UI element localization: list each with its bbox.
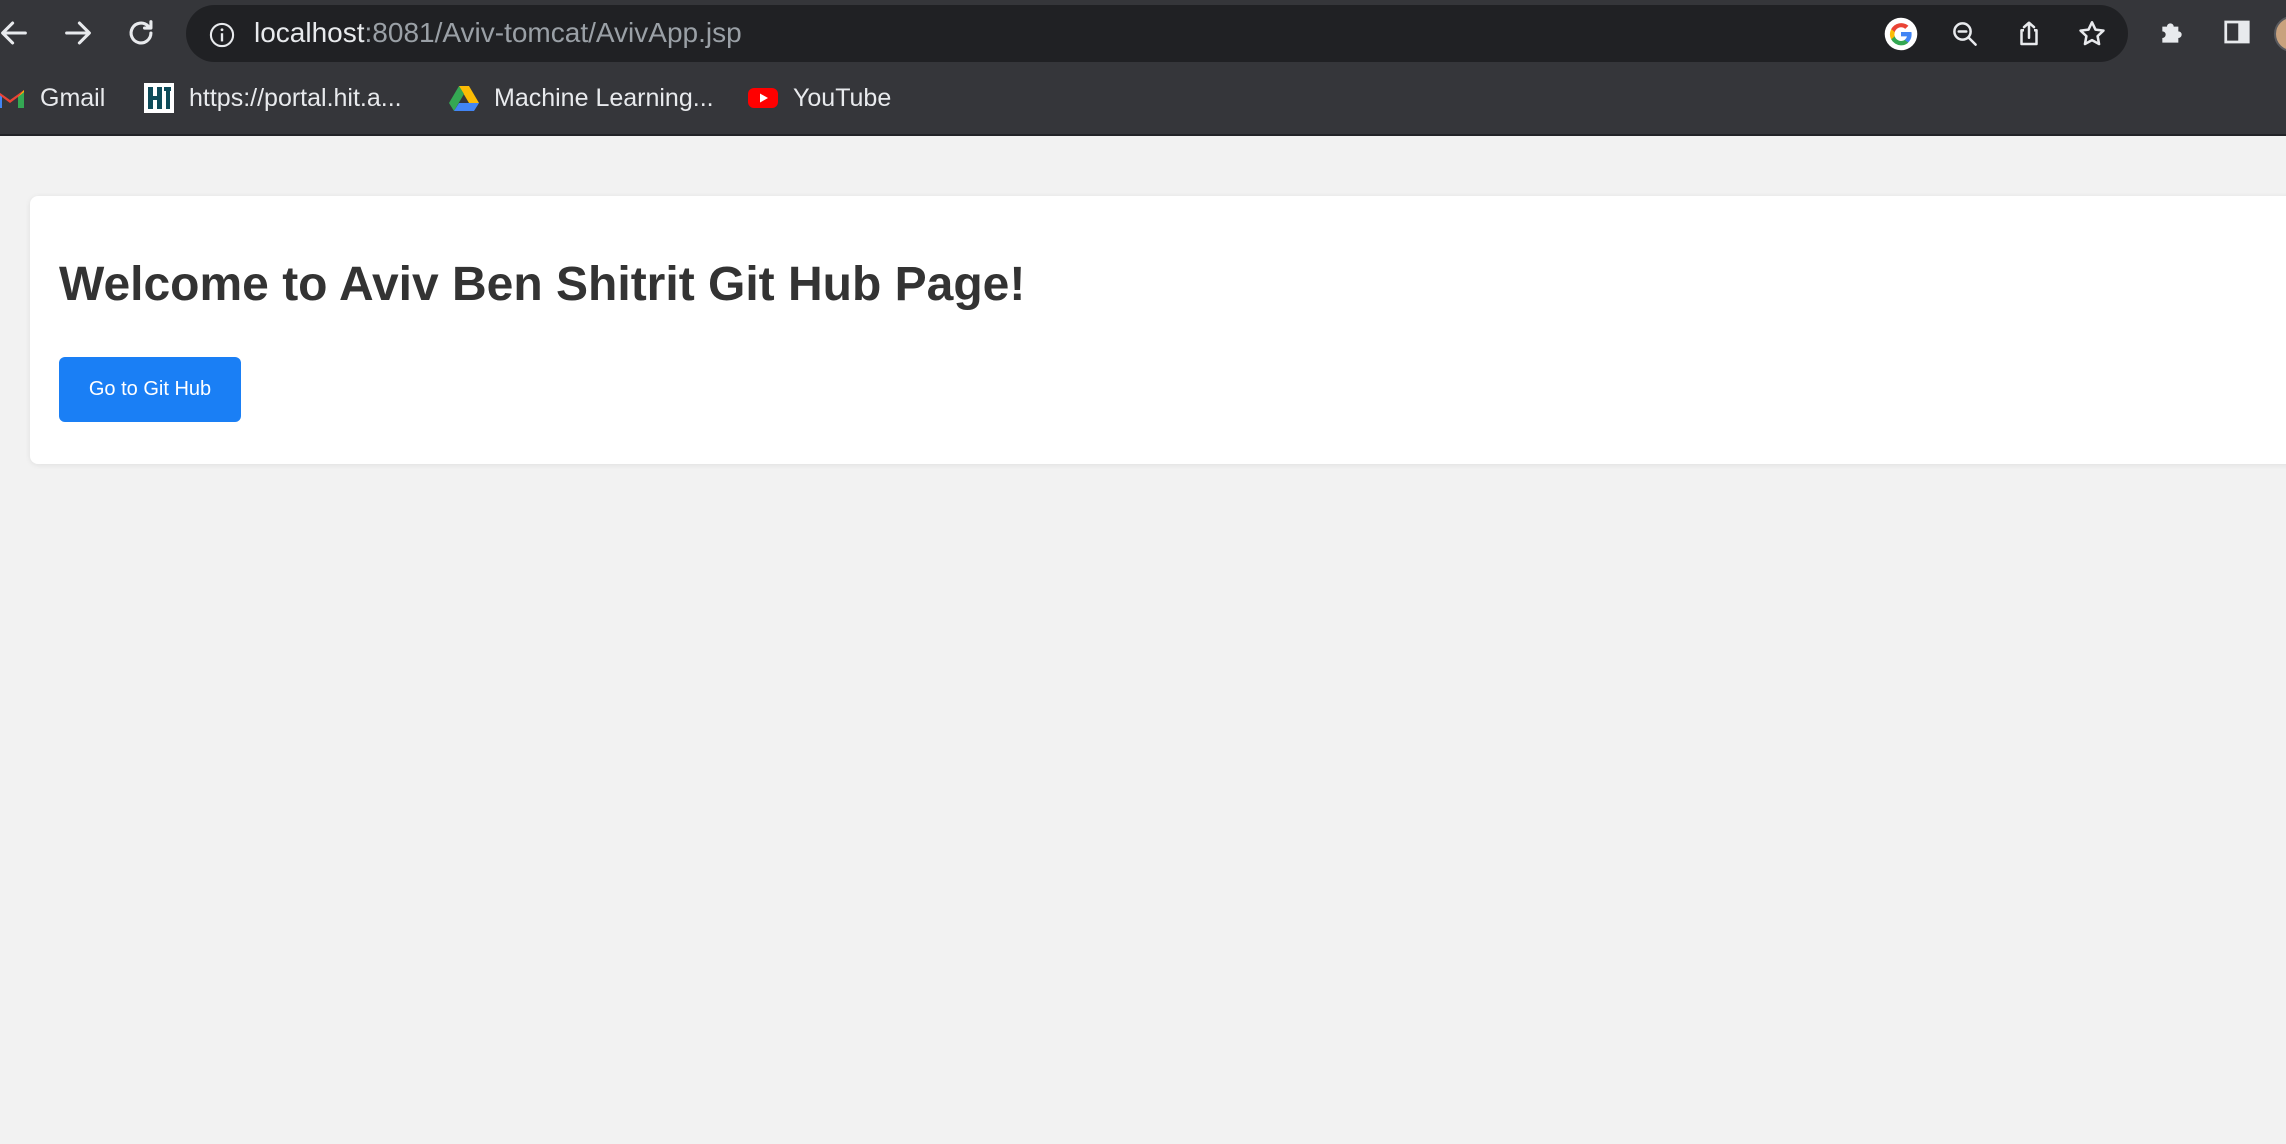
bookmark-star-button[interactable] xyxy=(2075,17,2109,51)
reload-button[interactable] xyxy=(117,9,165,57)
welcome-card: Welcome to Aviv Ben Shitrit Git Hub Page… xyxy=(30,196,2286,464)
zoom-out-icon xyxy=(1953,22,1977,46)
google-drive-icon xyxy=(448,82,480,114)
url-path: :8081/Aviv-tomcat/AvivApp.jsp xyxy=(364,17,742,48)
bookmark-machine-learning[interactable]: Machine Learning... xyxy=(448,80,714,116)
info-icon[interactable] xyxy=(208,21,236,49)
profile-avatar[interactable] xyxy=(2274,16,2286,52)
bookmark-gmail[interactable]: Gmail xyxy=(0,80,105,116)
extensions-button[interactable] xyxy=(2155,14,2191,50)
bookmark-label: YouTube xyxy=(793,83,892,112)
side-panel-button[interactable] xyxy=(2219,14,2255,50)
address-bar[interactable]: localhost:8081/Aviv-tomcat/AvivApp.jsp xyxy=(186,5,2128,62)
google-lens-button[interactable] xyxy=(1884,17,1918,51)
forward-button[interactable] xyxy=(54,9,102,57)
back-icon xyxy=(1,21,27,45)
bookmark-label: https://portal.hit.a... xyxy=(189,83,402,112)
url-text[interactable]: localhost:8081/Aviv-tomcat/AvivApp.jsp xyxy=(254,17,742,49)
bookmark-portal-hit[interactable]: https://portal.hit.a... xyxy=(143,80,402,116)
url-host: localhost xyxy=(254,17,365,48)
zoom-button[interactable] xyxy=(1948,17,1982,51)
bookmark-label: Machine Learning... xyxy=(494,83,714,112)
browser-toolbar: localhost:8081/Aviv-tomcat/AvivApp.jsp G… xyxy=(0,0,2286,135)
bookmark-youtube[interactable]: YouTube xyxy=(747,80,891,116)
extensions-icon xyxy=(2162,23,2182,43)
bookmark-label: Gmail xyxy=(40,83,106,112)
hit-icon xyxy=(143,82,175,114)
page-title: Welcome to Aviv Ben Shitrit Git Hub Page… xyxy=(59,258,1026,311)
side-panel-icon xyxy=(2224,20,2250,44)
back-button[interactable] xyxy=(0,9,38,57)
forward-icon xyxy=(65,21,91,45)
page-content: Welcome to Aviv Ben Shitrit Git Hub Page… xyxy=(0,136,2286,1144)
share-button[interactable] xyxy=(2012,17,2046,51)
reload-icon xyxy=(129,20,153,45)
youtube-icon xyxy=(747,82,779,114)
google-icon xyxy=(1884,17,1918,51)
gmail-icon xyxy=(0,82,26,114)
share-icon xyxy=(2020,21,2038,46)
star-icon xyxy=(2079,21,2105,46)
go-to-github-button[interactable]: Go to Git Hub xyxy=(59,357,241,422)
